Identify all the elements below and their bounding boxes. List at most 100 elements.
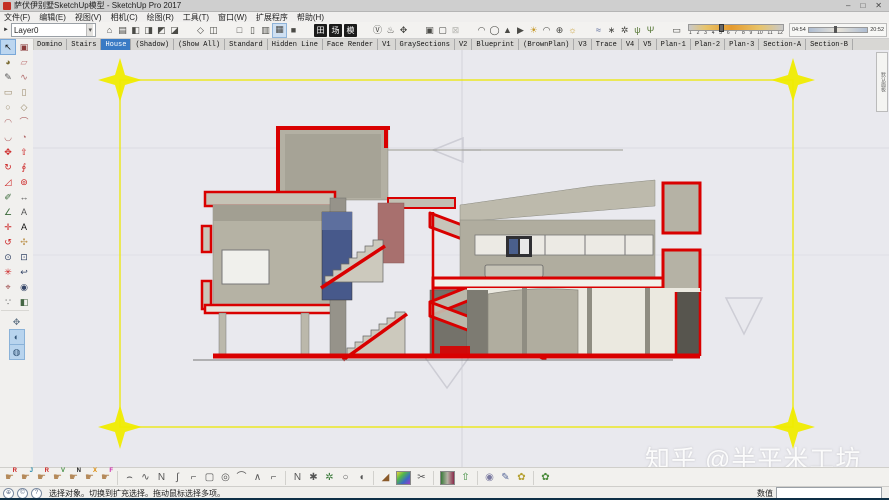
previous-view-tool[interactable]: ↩ <box>17 265 31 279</box>
plugin-hand-f-icon[interactable]: ☛F <box>98 470 113 485</box>
plugin-hand-n-icon[interactable]: ☛N <box>66 470 81 485</box>
shadow-time-thumb[interactable] <box>834 26 837 33</box>
menu-edit[interactable]: 编辑(E) <box>39 12 66 23</box>
plugin-hand-r2-icon[interactable]: ☛R <box>34 470 49 485</box>
views-back-icon[interactable]: ◩ <box>155 24 168 37</box>
offset-tool[interactable]: ⊚ <box>17 175 31 189</box>
views-left-icon[interactable]: ◪ <box>168 24 181 37</box>
dome-icon[interactable]: ◠ <box>540 24 553 37</box>
plugin-tian-button[interactable]: 田 <box>314 24 327 37</box>
grass-shaded-icon[interactable]: Ψ <box>644 24 657 37</box>
make-component-tool[interactable]: ▣ <box>17 40 31 54</box>
combo-dropdown-icon[interactable]: ▾ <box>86 24 93 36</box>
thumbs-up-icon[interactable]: ⇧ <box>458 470 473 485</box>
panel-window-icon[interactable]: ▣ <box>423 24 436 37</box>
rounded-rect-icon[interactable]: ▢ <box>202 470 217 485</box>
particles-icon[interactable]: ∗ <box>605 24 618 37</box>
vray-icon[interactable]: Ⓥ <box>371 24 384 37</box>
section-plane-corner-markers[interactable] <box>98 58 815 449</box>
bezier-squiggle-icon[interactable]: ∿ <box>138 470 153 485</box>
scene-tab-graysections[interactable]: GraySections <box>396 39 455 50</box>
peak-curve-icon[interactable]: ∧ <box>250 470 265 485</box>
render-hand-icon[interactable]: ✥ <box>397 24 410 37</box>
menu-camera[interactable]: 相机(C) <box>111 12 138 23</box>
cleanup-broom-icon[interactable]: ◢ <box>378 470 393 485</box>
close-button[interactable]: ✕ <box>875 1 882 11</box>
scene-tab-v1[interactable]: V1 <box>378 39 395 50</box>
views-front-icon[interactable]: ◧ <box>129 24 142 37</box>
pan-tool[interactable]: ✣ <box>17 235 31 249</box>
views-top-icon[interactable]: ▤ <box>116 24 129 37</box>
menu-file[interactable]: 文件(F) <box>4 12 30 23</box>
gears-icon[interactable]: ✲ <box>618 24 631 37</box>
freehand-tool[interactable]: ∿ <box>17 70 31 84</box>
orbit-tool[interactable]: ↺ <box>1 235 15 249</box>
dimension-tool[interactable]: ↔ <box>17 190 31 204</box>
shadow-time-track[interactable] <box>808 27 868 33</box>
leaf-icon[interactable]: ✿ <box>514 470 529 485</box>
annotate-icon[interactable]: ✎ <box>498 470 513 485</box>
sun-bright-icon[interactable]: ☼ <box>566 24 579 37</box>
shadow-ring-icon[interactable]: ◯ <box>488 24 501 37</box>
bezier-n-icon[interactable]: N <box>154 470 169 485</box>
rectangle-tool[interactable]: ▭ <box>1 85 15 99</box>
style-hiddenline-icon[interactable]: ▯ <box>246 24 259 37</box>
paint-bucket-tool[interactable]: ◕ <box>1 55 15 69</box>
scene-tab-domino[interactable]: Domino <box>33 39 67 50</box>
scene-tab-plan2[interactable]: Plan-2 <box>691 39 725 50</box>
menu-extensions[interactable]: 扩展程序 <box>256 12 288 23</box>
zoom-window-tool[interactable]: ⊡ <box>17 250 31 264</box>
bezier-corner-icon[interactable]: ⌐ <box>186 470 201 485</box>
scene-tab-showall[interactable]: (Show All) <box>174 39 225 50</box>
plugin-hand-r1-icon[interactable]: ☛R <box>2 470 17 485</box>
wrench-icon[interactable]: ✲ <box>322 470 337 485</box>
walk-tool[interactable]: ∵ <box>1 295 15 309</box>
shadow-date-slider[interactable]: 123456789101112 <box>688 24 784 36</box>
globe-icon[interactable]: ⊕ <box>553 24 566 37</box>
follow-me-tool[interactable]: ∮ <box>17 160 31 174</box>
zoom-tool[interactable]: ⊙ <box>1 250 15 264</box>
shadow-time-slider[interactable]: 04:54 20:52 <box>789 23 887 37</box>
axes-tool[interactable]: ✛ <box>1 220 15 234</box>
lock-icon[interactable]: ⊠ <box>449 24 462 37</box>
menu-tools[interactable]: 工具(T) <box>183 12 209 23</box>
scene-tab-shadow[interactable]: (Shadow) <box>131 39 174 50</box>
half-ellipse-icon[interactable]: ◖ <box>354 470 369 485</box>
rotate-tool[interactable]: ↻ <box>1 160 15 174</box>
building-geometry[interactable] <box>193 128 700 360</box>
oval-icon[interactable]: ○ <box>338 470 353 485</box>
shadow-eraser-icon[interactable]: ▭ <box>670 24 683 37</box>
arc-segment-icon[interactable]: ⌒ <box>234 470 249 485</box>
plugin-hand-x-icon[interactable]: ☛X <box>82 470 97 485</box>
scene-tab-plan3[interactable]: Plan-3 <box>725 39 759 50</box>
leaf2-icon[interactable]: ✿ <box>538 470 553 485</box>
plugin-hand-j-icon[interactable]: ☛J <box>18 470 33 485</box>
circle-center-icon[interactable]: ◎ <box>218 470 233 485</box>
scene-tab-plan1[interactable]: Plan-1 <box>657 39 691 50</box>
hook-curve-icon[interactable]: ⌐ <box>266 470 281 485</box>
spotlight-icon[interactable]: ▲ <box>501 24 514 37</box>
rotated-rectangle-tool[interactable]: ▯ <box>17 85 31 99</box>
scissors-icon[interactable]: ✂ <box>414 470 429 485</box>
shadow-hat-icon[interactable]: ◠ <box>475 24 488 37</box>
scene-tab-sectiona[interactable]: Section-A <box>759 39 806 50</box>
fog-icon[interactable]: ≈ <box>592 24 605 37</box>
line-tool[interactable]: ✎ <box>1 70 15 84</box>
scene-tab-brownplan[interactable]: (BrownPlan) <box>519 39 574 50</box>
protractor-tool[interactable]: ∠ <box>1 205 15 219</box>
panel-window2-icon[interactable]: ▢ <box>436 24 449 37</box>
gradient-icon[interactable] <box>440 471 455 485</box>
menu-draw[interactable]: 绘图(R) <box>147 12 174 23</box>
layer-combo[interactable]: Layer0 ▾ <box>11 23 96 37</box>
scene-tab-v2[interactable]: V2 <box>455 39 472 50</box>
style-textured-icon[interactable]: ▦ <box>272 23 287 38</box>
flower-curve-icon[interactable]: ✱ <box>306 470 321 485</box>
style-monochrome-icon[interactable]: ■ <box>287 24 300 37</box>
eraser-tool[interactable]: ▱ <box>17 55 31 69</box>
maximize-button[interactable]: □ <box>860 1 865 11</box>
shield-icon[interactable]: ◉ <box>482 470 497 485</box>
views-iso-icon[interactable]: ⌂ <box>103 24 116 37</box>
plugin-section-b-tool[interactable]: ◍ <box>10 345 24 359</box>
move-tool[interactable]: ✥ <box>1 145 15 159</box>
material-rainbow-icon[interactable] <box>396 471 411 485</box>
